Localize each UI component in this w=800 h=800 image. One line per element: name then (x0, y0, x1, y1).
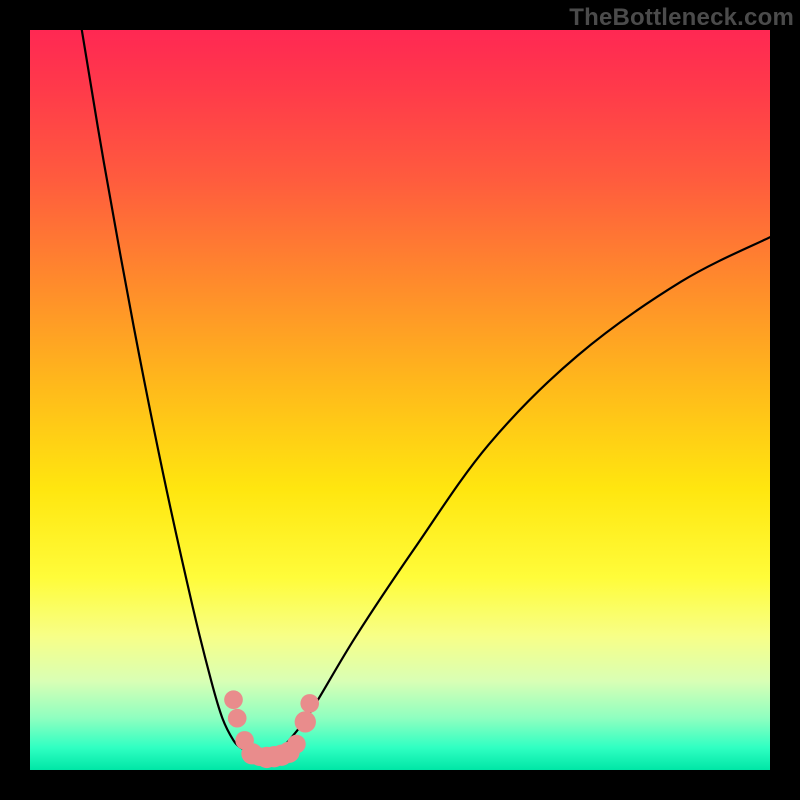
marker-point (287, 735, 306, 754)
marker-group (224, 690, 319, 768)
marker-point (228, 709, 247, 728)
plot-area (30, 30, 770, 770)
marker-point (295, 711, 316, 732)
curve-group (82, 30, 770, 757)
marker-point (300, 694, 319, 713)
attribution-text: TheBottleneck.com (569, 4, 794, 32)
curve-left-branch (82, 30, 256, 755)
curve-layer (30, 30, 770, 770)
marker-point (224, 690, 243, 709)
chart-frame: TheBottleneck.com (0, 0, 800, 800)
curve-right-branch (274, 237, 770, 755)
